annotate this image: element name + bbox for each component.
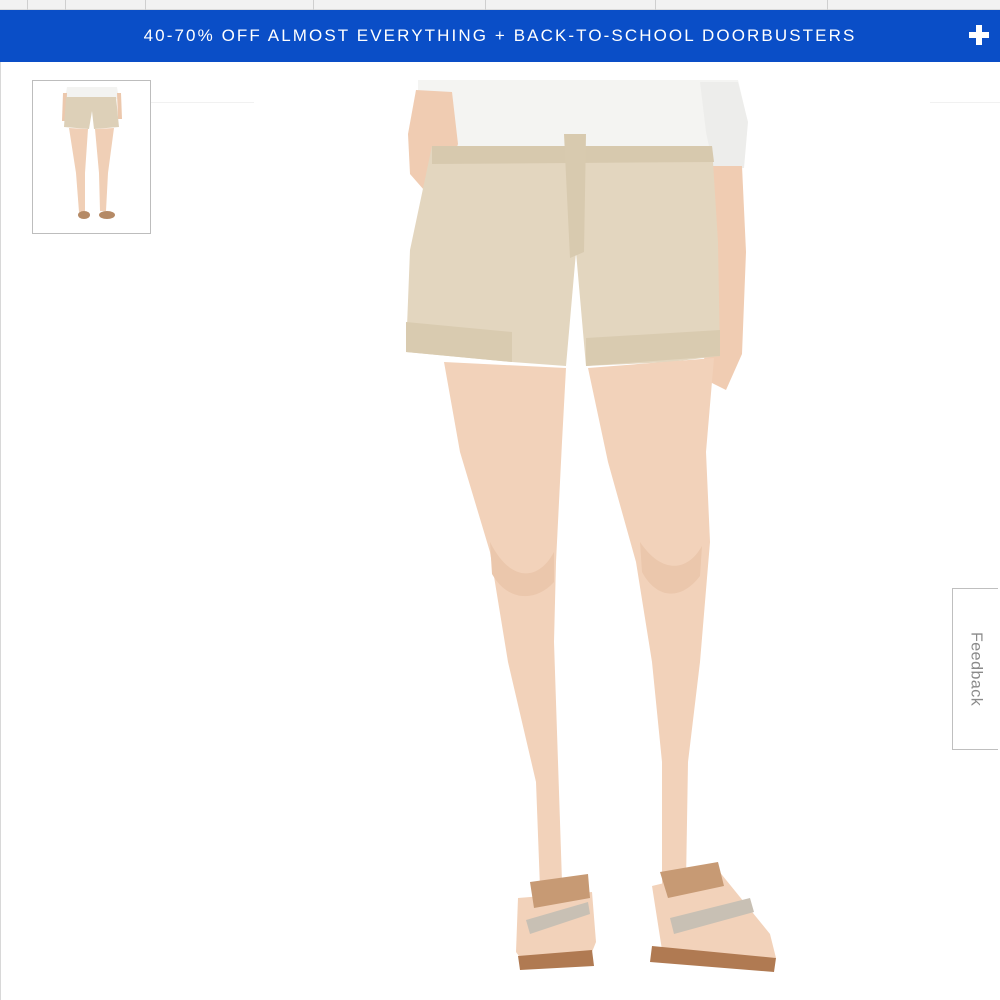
promo-banner-text[interactable]: 40-70% OFF ALMOST EVERYTHING + BACK-TO-S… [144, 26, 857, 46]
page-edge [0, 62, 1, 1000]
product-thumbnail[interactable] [32, 80, 151, 234]
product-photo [340, 62, 800, 1000]
promo-banner[interactable]: 40-70% OFF ALMOST EVERYTHING + BACK-TO-S… [0, 10, 1000, 62]
top-nav-strip [0, 0, 1000, 10]
product-thumbnail-image [33, 81, 150, 233]
feedback-tab[interactable]: Feedback [952, 588, 998, 750]
feedback-label[interactable]: Feedback [967, 632, 985, 706]
plus-icon[interactable] [966, 22, 992, 48]
product-main-image[interactable] [340, 62, 800, 1000]
product-page: 40-70% OFF ALMOST EVERYTHING + BACK-TO-S… [0, 0, 1000, 1000]
